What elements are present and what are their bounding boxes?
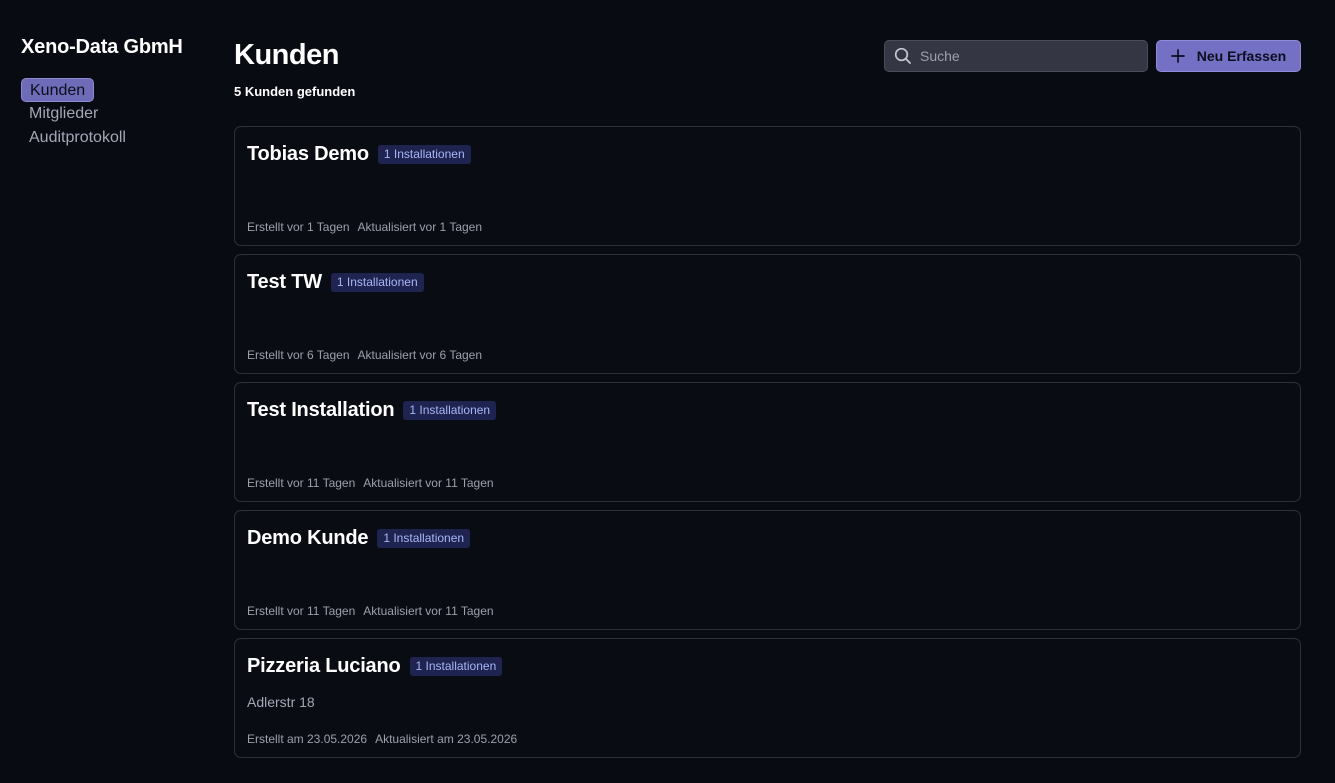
- search-input[interactable]: [912, 41, 1147, 71]
- result-count: 5 Kunden gefunden: [234, 84, 356, 99]
- card-header: Test Installation 1 Installationen: [247, 399, 497, 422]
- sidebar-item-mitglieder[interactable]: Mitglieder: [21, 102, 134, 126]
- card-header: Demo Kunde 1 Installationen: [247, 527, 471, 550]
- customer-name: Pizzeria Luciano: [247, 655, 401, 677]
- updated-text: Aktualisiert vor 11 Tagen: [363, 604, 494, 618]
- customer-name: Demo Kunde: [247, 527, 369, 549]
- customer-card[interactable]: Test Installation 1 Installationen Erste…: [234, 382, 1301, 502]
- card-meta: Erstellt vor 1 Tagen Aktualisiert vor 1 T…: [247, 220, 482, 234]
- customer-name: Tobias Demo: [247, 143, 369, 165]
- customer-card[interactable]: Tobias Demo 1 Installationen Erstellt vo…: [234, 126, 1301, 246]
- sidebar-item-kunden[interactable]: Kunden: [21, 78, 95, 102]
- created-text: Erstellt vor 6 Tagen: [247, 348, 350, 362]
- search-icon: [894, 47, 911, 64]
- card-header: Test TW 1 Installationen: [247, 271, 424, 294]
- created-text: Erstellt vor 1 Tagen: [247, 220, 350, 234]
- customer-name: Test Installation: [247, 399, 395, 421]
- card-header: Tobias Demo 1 Installationen: [247, 143, 471, 166]
- updated-text: Aktualisiert vor 1 Tagen: [357, 220, 483, 234]
- card-meta: Erstellt vor 11 Tagen Aktualisiert vor 11…: [247, 476, 494, 490]
- sidebar: Xeno-Data GbmH Kunden Mitglieder Auditpr…: [0, 0, 210, 783]
- app-root: Xeno-Data GbmH Kunden Mitglieder Auditpr…: [0, 0, 1335, 783]
- add-customer-button[interactable]: Neu Erfassen: [1156, 40, 1301, 72]
- customer-name: Test TW: [247, 271, 322, 293]
- installations-badge: 1 Installationen: [377, 529, 471, 548]
- installations-badge: 1 Installationen: [377, 145, 471, 164]
- customer-card[interactable]: Pizzeria Luciano 1 Installationen Adlers…: [234, 638, 1301, 758]
- add-button-label: Neu Erfassen: [1196, 48, 1287, 64]
- org-name: Xeno-Data GbmH: [21, 36, 183, 58]
- sidebar-nav: Kunden Mitglieder Auditprotokoll: [21, 78, 134, 150]
- card-header: Pizzeria Luciano 1 Installationen: [247, 655, 503, 678]
- updated-text: Aktualisiert vor 11 Tagen: [363, 476, 494, 490]
- sidebar-item-auditprotokoll[interactable]: Auditprotokoll: [21, 126, 134, 150]
- card-meta: Erstellt am 23.05.2026 Aktualisiert am 23…: [247, 732, 517, 746]
- page-title: Kunden: [234, 39, 339, 71]
- customer-address: Adlerstr 18: [247, 694, 315, 710]
- plus-icon: [1170, 49, 1185, 63]
- installations-badge: 1 Installationen: [330, 273, 424, 292]
- created-text: Erstellt am 23.05.2026: [247, 732, 368, 746]
- created-text: Erstellt vor 11 Tagen: [247, 476, 356, 490]
- installations-badge: 1 Installationen: [409, 657, 503, 676]
- updated-text: Aktualisiert am 23.05.2026: [375, 732, 518, 746]
- installations-badge: 1 Installationen: [403, 401, 497, 420]
- card-meta: Erstellt vor 6 Tagen Aktualisiert vor 6 T…: [247, 348, 482, 362]
- search-box[interactable]: [884, 40, 1148, 72]
- customer-card[interactable]: Demo Kunde 1 Installationen Erstellt vor…: [234, 510, 1301, 630]
- customer-card[interactable]: Test TW 1 Installationen Erstellt vor 6 …: [234, 254, 1301, 374]
- updated-text: Aktualisiert vor 6 Tagen: [357, 348, 483, 362]
- created-text: Erstellt vor 11 Tagen: [247, 604, 356, 618]
- card-meta: Erstellt vor 11 Tagen Aktualisiert vor 11…: [247, 604, 494, 618]
